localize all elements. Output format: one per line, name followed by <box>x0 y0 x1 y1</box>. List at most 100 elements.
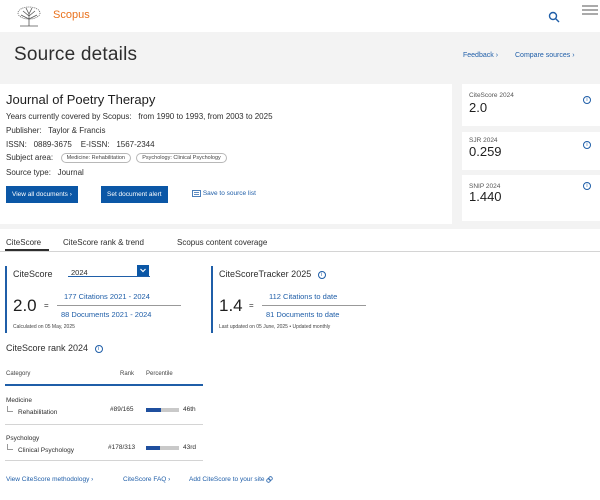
rank-row-rank: #89/165 <box>110 406 134 413</box>
calculated-date: Calculated on 05 May, 2025 <box>13 324 75 330</box>
citations-link[interactable]: 177 Citations 2021 - 2024 <box>64 292 150 301</box>
add-citescore-link[interactable]: Add CiteScore to your site <box>189 476 274 484</box>
citescore-accent-bar <box>5 266 7 333</box>
issn-line: ISSN: 0889-3675 E-ISSN: 1567-2344 <box>6 140 155 149</box>
rank-row-group: Medicine <box>6 397 33 404</box>
tracker-accent-bar <box>211 266 213 333</box>
publisher-value[interactable]: Taylor & Francis <box>48 126 105 135</box>
tracker-heading-text: CiteScoreTracker 2025 <box>219 269 312 279</box>
citescore-year-select[interactable]: 2024 <box>68 265 150 277</box>
fraction-line <box>57 305 181 306</box>
fraction-line <box>262 305 366 306</box>
methodology-label: View CiteScore methodology <box>6 476 90 483</box>
tracker-value: 1.4 <box>219 296 243 315</box>
row-divider <box>5 424 203 425</box>
rank-row-subject: Clinical Psychology <box>18 447 74 454</box>
tab-content-coverage[interactable]: Scopus content coverage <box>177 238 267 247</box>
rank-heading: CiteScore rank 2024 i <box>6 343 103 353</box>
menu-icon[interactable] <box>582 4 598 16</box>
compare-label: Compare sources <box>515 52 571 59</box>
search-icon[interactable] <box>548 10 560 23</box>
col-category: Category <box>6 371 31 377</box>
col-rank: Rank <box>120 371 135 377</box>
coverage-line: Years currently covered by Scopus: from … <box>6 112 273 121</box>
info-icon[interactable]: i <box>583 96 591 104</box>
feedback-label: Feedback <box>463 52 494 59</box>
documents-link[interactable]: 88 Documents 2021 - 2024 <box>61 310 151 319</box>
chevron-right-icon: › <box>91 476 94 483</box>
col-percentile: Percentile <box>146 371 173 377</box>
info-icon[interactable]: i <box>317 270 326 279</box>
citescore-heading: CiteScore <box>13 269 53 279</box>
tab-citescore-rank-trend[interactable]: CiteScore rank & trend <box>63 238 144 247</box>
subject-label: Subject area: <box>6 153 54 163</box>
add-citescore-label: Add CiteScore to your site <box>189 476 265 484</box>
chevron-right-icon: › <box>69 191 72 198</box>
tracker-heading: CiteScoreTracker 2025 i <box>219 269 326 279</box>
info-icon[interactable]: i <box>583 182 591 190</box>
type-value: Journal <box>57 168 84 177</box>
subject-chip[interactable]: Psychology: Clinical Psychology <box>136 153 227 163</box>
rank-row-group: Psychology <box>6 435 40 442</box>
eissn-value: 1567-2344 <box>116 140 155 149</box>
citescore-value: 2.0 <box>13 296 37 315</box>
scopus-brand[interactable]: Scopus <box>53 9 90 21</box>
publisher-line: Publisher: Taylor & Francis <box>6 126 105 135</box>
save-to-source-list-link[interactable]: Save to source list <box>192 190 256 197</box>
set-document-alert-button[interactable]: Set document alert <box>101 186 168 203</box>
metric-card-snip: SNIP 2024 1.440 i <box>462 175 600 221</box>
eissn-label: E-ISSN: <box>80 140 110 149</box>
compare-sources-link[interactable]: Compare sources › <box>515 52 575 59</box>
view-all-label: View all documents <box>12 191 68 198</box>
chevron-right-icon: › <box>495 52 499 59</box>
save-list-icon <box>192 190 203 197</box>
faq-label: CiteScore FAQ <box>123 476 167 483</box>
issn-value: 0889-3675 <box>33 140 72 149</box>
page-title: Source details <box>14 44 138 65</box>
type-label: Source type: <box>6 168 51 177</box>
percentile-bar <box>146 408 179 412</box>
row-divider <box>5 460 203 461</box>
faq-link[interactable]: CiteScore FAQ › <box>123 476 170 483</box>
rank-row-rank: #178/313 <box>108 444 136 451</box>
subject-chip[interactable]: Medicine: Rehabilitation <box>60 153 131 163</box>
tracker-documents-link[interactable]: 81 Documents to date <box>266 310 339 319</box>
metric-card-citescore: CiteScore 2024 2.0 i <box>462 84 600 126</box>
view-all-documents-button[interactable]: View all documents › <box>6 186 78 203</box>
rank-row-percentile: 46th <box>183 406 196 413</box>
publisher-label: Publisher: <box>6 126 42 135</box>
chevron-down-icon <box>137 265 149 276</box>
methodology-link[interactable]: View CiteScore methodology › <box>6 476 93 483</box>
rank-table-header-line <box>5 384 203 386</box>
tracker-citations-link[interactable]: 112 Citations to date <box>269 292 337 301</box>
percentile-bar <box>146 446 179 450</box>
coverage-label: Years currently covered by Scopus: <box>6 112 132 121</box>
issn-label: ISSN: <box>6 140 27 149</box>
chevron-right-icon: › <box>572 52 575 59</box>
info-icon[interactable]: i <box>94 344 103 353</box>
subject-line: Subject area: Medicine: Rehabilitation P… <box>6 153 227 163</box>
info-icon[interactable]: i <box>583 141 591 149</box>
tab-citescore[interactable]: CiteScore <box>6 238 41 247</box>
metric-value: 1.440 <box>469 189 502 204</box>
metric-label: SJR 2024 <box>469 137 498 144</box>
metric-value: 2.0 <box>469 100 488 115</box>
feedback-link[interactable]: Feedback › <box>463 52 498 59</box>
journal-title: Journal of Poetry Therapy <box>6 92 156 107</box>
year-value: 2024 <box>71 268 88 277</box>
metric-value: 0.259 <box>469 144 502 159</box>
elsevier-logo-icon[interactable] <box>14 6 44 28</box>
rank-row-subject: Rehabilitation <box>18 409 58 416</box>
equals-sign: = <box>249 301 254 310</box>
metric-card-sjr: SJR 2024 0.259 i <box>462 132 600 170</box>
percentile-bar-fill <box>146 446 161 450</box>
tracker-updated: Last updated on 05 June, 2025 • Updated … <box>219 324 331 330</box>
coverage-value: from 1990 to 1993, from 2003 to 2025 <box>138 112 273 121</box>
alert-label: Set document alert <box>107 191 162 198</box>
rank-row-percentile: 43rd <box>183 444 197 451</box>
rank-heading-text: CiteScore rank 2024 <box>6 343 89 353</box>
metric-label: CiteScore 2024 <box>469 92 514 99</box>
external-link-icon <box>266 476 274 483</box>
tabs-divider <box>0 251 600 252</box>
tree-connector <box>7 444 13 450</box>
